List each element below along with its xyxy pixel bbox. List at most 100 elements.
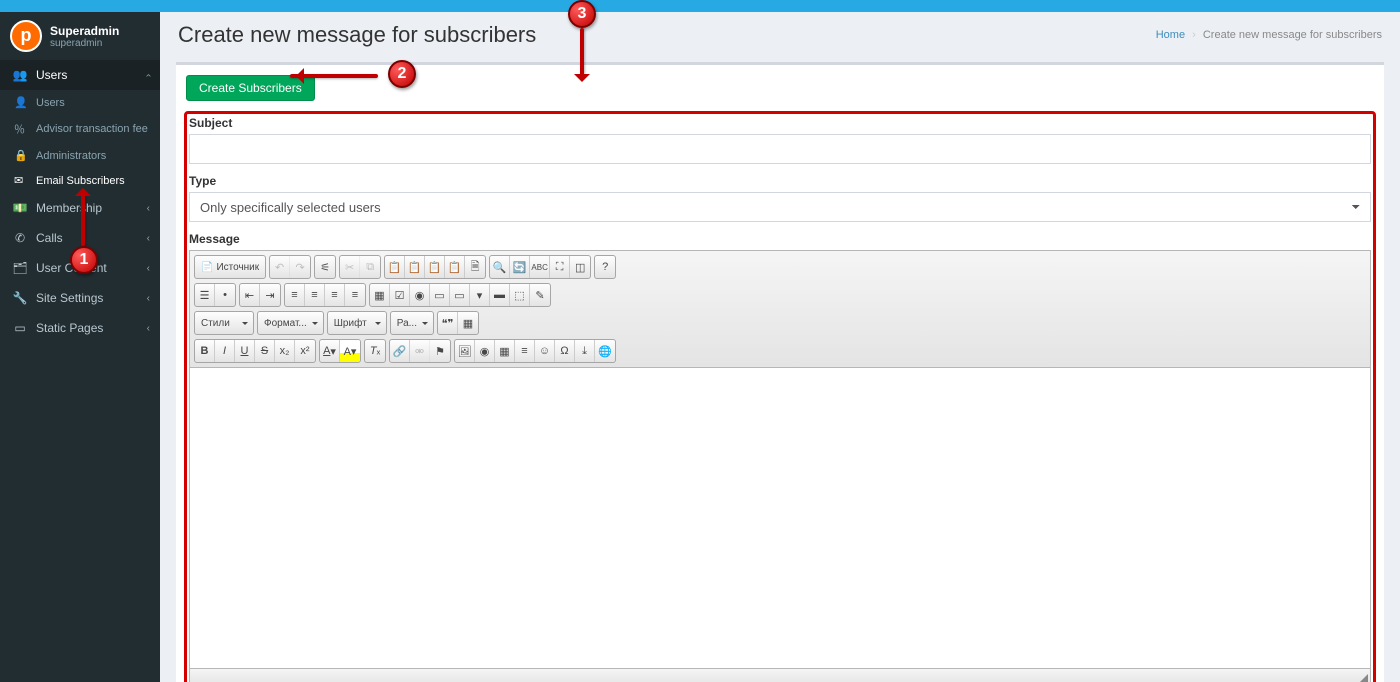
user-panel: p Superadmin superadmin: [0, 12, 160, 60]
create-subscribers-button[interactable]: Create Subscribers: [186, 75, 315, 101]
redo-icon[interactable]: ↷: [290, 256, 310, 278]
textarea-icon[interactable]: ▭: [450, 284, 470, 306]
page-title: Create new message for subscribers: [178, 22, 536, 48]
breadcrumb-home[interactable]: Home: [1156, 29, 1185, 41]
cut-icon[interactable]: ✂: [340, 256, 360, 278]
sidebar-item-administrators[interactable]: 🔒Administrators: [0, 143, 160, 168]
percent-icon: ％: [14, 121, 28, 137]
button-icon[interactable]: ▬: [490, 284, 510, 306]
form-icon[interactable]: ✎: [530, 284, 550, 306]
users-icon: 👥: [12, 68, 28, 82]
align-justify-icon[interactable]: ≡: [345, 284, 365, 306]
numbered-list-icon[interactable]: ☰: [195, 284, 215, 306]
pagebreak-icon[interactable]: ⤓: [575, 340, 595, 362]
link-icon[interactable]: 🔗: [390, 340, 410, 362]
align-right-icon[interactable]: ≡: [325, 284, 345, 306]
sidebar-item-email-subscribers[interactable]: ✉Email Subscribers: [0, 168, 160, 193]
paste-icon[interactable]: 📋: [385, 256, 405, 278]
replace-icon[interactable]: 🔄: [510, 256, 530, 278]
smiley-icon[interactable]: ☺: [535, 340, 555, 362]
subject-input[interactable]: [189, 134, 1371, 164]
paste-text-icon[interactable]: 📋: [405, 256, 425, 278]
superscript-icon[interactable]: x²: [295, 340, 315, 362]
type-select[interactable]: Only specifically selected users: [189, 192, 1371, 222]
radio-icon[interactable]: ◉: [410, 284, 430, 306]
sidebar-item-label: Users: [36, 68, 67, 82]
subscript-icon[interactable]: x₂: [275, 340, 295, 362]
checkbox-icon[interactable]: ☑: [390, 284, 410, 306]
page-icon: ▭: [12, 321, 28, 335]
removeformat-icon[interactable]: Tₓ: [365, 340, 385, 362]
sidebar-item-users[interactable]: 👤Users: [0, 90, 160, 115]
sidebar-item-user-content[interactable]: 🗂User Content‹: [0, 253, 160, 283]
unlink-icon[interactable]: ⚮: [410, 340, 430, 362]
copy-icon[interactable]: ⧉: [360, 256, 380, 278]
select-icon[interactable]: ▾: [470, 284, 490, 306]
editor-body[interactable]: [190, 368, 1370, 668]
user-name: Superadmin: [50, 24, 119, 38]
envelope-icon: ✉: [14, 174, 28, 187]
bold-icon[interactable]: B: [195, 340, 215, 362]
sidebar-item-site-settings[interactable]: 🔧Site Settings‹: [0, 283, 160, 313]
chevron-left-icon: ‹: [147, 233, 150, 244]
sidebar: p Superadmin superadmin 👥 Users ‹ 👤Users…: [0, 12, 160, 682]
font-combo[interactable]: Шрифт: [327, 311, 387, 335]
anchor-icon[interactable]: ⚑: [430, 340, 450, 362]
paste-word-icon[interactable]: 📋: [425, 256, 445, 278]
editor-source-button[interactable]: Источник: [195, 256, 265, 278]
content-area: Create new message for subscribers Home …: [160, 12, 1400, 682]
chevron-left-icon: ‹: [147, 263, 150, 274]
fontsize-combo[interactable]: Ра...: [390, 311, 434, 335]
user-login: superadmin: [50, 38, 119, 49]
undo-icon[interactable]: ↶: [270, 256, 290, 278]
styles-combo[interactable]: Стили: [194, 311, 254, 335]
resizer-icon[interactable]: [1358, 674, 1368, 682]
hidden-icon[interactable]: ⬚: [510, 284, 530, 306]
selectall-icon[interactable]: ABC: [530, 256, 550, 278]
find-replace-icon[interactable]: ⚟: [315, 256, 335, 278]
showblocks-icon[interactable]: ◫: [570, 256, 590, 278]
bgcolor-icon[interactable]: A▾: [340, 340, 360, 362]
italic-icon[interactable]: I: [215, 340, 235, 362]
breadcrumb: Home › Create new message for subscriber…: [1156, 29, 1382, 41]
money-icon: 💵: [12, 201, 28, 215]
type-label: Type: [189, 174, 1371, 188]
creatediv-icon[interactable]: ▦: [458, 312, 478, 334]
image-icon[interactable]: 🖼: [455, 340, 475, 362]
sidebar-item-membership[interactable]: 💵Membership‹: [0, 193, 160, 223]
bulleted-list-icon[interactable]: •: [215, 284, 235, 306]
breadcrumb-current: Create new message for subscribers: [1203, 29, 1382, 41]
chevron-left-icon: ‹: [147, 323, 150, 334]
strike-icon[interactable]: S: [255, 340, 275, 362]
maximize-icon[interactable]: ⛶: [550, 256, 570, 278]
sidebar-item-static-pages[interactable]: ▭Static Pages‹: [0, 313, 160, 343]
templates-icon[interactable]: 🗎: [465, 256, 485, 278]
table2-icon[interactable]: ▦: [495, 340, 515, 362]
textcolor-icon[interactable]: A▾: [320, 340, 340, 362]
about-icon[interactable]: ?: [595, 256, 615, 278]
indent-icon[interactable]: ⇥: [260, 284, 280, 306]
paste-special-icon[interactable]: 📋: [445, 256, 465, 278]
sidebar-item-users-group[interactable]: 👥 Users ‹: [0, 60, 160, 90]
top-accent-bar: [0, 0, 1400, 12]
iframe-icon[interactable]: 🌐: [595, 340, 615, 362]
editor-statusbar: [190, 668, 1370, 682]
table-icon[interactable]: ▦: [370, 284, 390, 306]
specialchar-icon[interactable]: Ω: [555, 340, 575, 362]
format-combo[interactable]: Формат...: [257, 311, 324, 335]
align-left-icon[interactable]: ≡: [285, 284, 305, 306]
blockquote-icon[interactable]: ❝❞: [438, 312, 458, 334]
flash-icon[interactable]: ◉: [475, 340, 495, 362]
rich-text-editor: Источник ↶↷ ⚟ ✂⧉ 📋📋📋📋🗎 🔍🔄ABC⛶◫ ?: [189, 250, 1371, 682]
hr-icon[interactable]: ≡: [515, 340, 535, 362]
folder-icon: 🗂: [12, 261, 28, 275]
align-center-icon[interactable]: ≡: [305, 284, 325, 306]
user-icon: 👤: [14, 96, 28, 109]
outdent-icon[interactable]: ⇤: [240, 284, 260, 306]
find-icon[interactable]: 🔍: [490, 256, 510, 278]
textfield-icon[interactable]: ▭: [430, 284, 450, 306]
sidebar-item-advisor-fee[interactable]: ％Advisor transaction fee: [0, 115, 160, 143]
sidebar-item-calls[interactable]: ✆Calls‹: [0, 223, 160, 253]
subject-label: Subject: [189, 116, 1371, 130]
underline-icon[interactable]: U: [235, 340, 255, 362]
